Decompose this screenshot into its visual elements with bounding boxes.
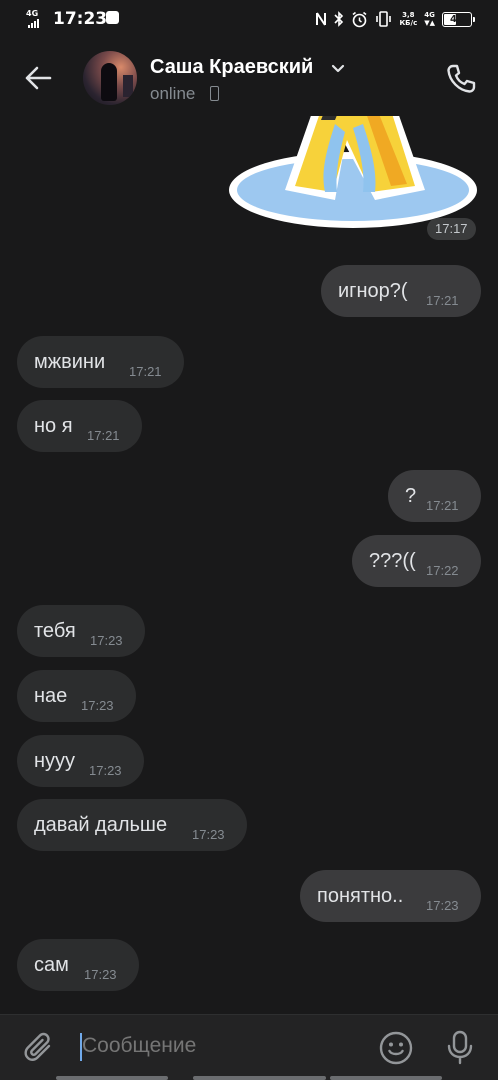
online-status: online <box>150 84 196 103</box>
message-time: 17:23 <box>81 698 114 713</box>
message-bubble[interactable]: мжвини 17:21 <box>17 336 184 388</box>
message-text: давай дальше <box>34 814 168 836</box>
message-text: нууу <box>34 750 76 772</box>
back-arrow-icon[interactable] <box>22 62 54 94</box>
message-list[interactable]: 17:17 игнор?( 17:21 мжвини 17:21 но я 17… <box>0 116 498 1014</box>
message-bubble[interactable]: понятно.. 17:23 <box>300 870 481 922</box>
message-time: 17:23 <box>89 763 122 778</box>
message-time: 17:22 <box>426 563 459 578</box>
message-text: ? <box>405 485 417 507</box>
alarm-icon <box>352 11 367 27</box>
message-bubble[interactable]: сам 17:23 <box>17 939 139 991</box>
message-bubble[interactable]: нууу 17:23 <box>17 735 144 787</box>
vk-notification-icon <box>106 11 119 24</box>
message-text: тебя <box>34 620 76 642</box>
message-time: 17:21 <box>426 498 459 513</box>
chevron-down-icon[interactable] <box>331 63 345 75</box>
battery-level: 43 <box>450 13 464 25</box>
message-bubble[interactable]: ???(( 17:22 <box>352 535 481 587</box>
message-text: нае <box>34 685 68 707</box>
message-text: понятно.. <box>317 885 404 907</box>
message-text: ???(( <box>369 550 416 572</box>
status-bar: 4G 17:23 3,8 КБ/с 4G ▼▲ 43 <box>0 0 498 38</box>
network-type: 4G <box>26 9 39 18</box>
avatar[interactable] <box>83 51 137 105</box>
message-time: 17:23 <box>84 967 117 982</box>
message-time: 17:23 <box>90 633 123 648</box>
message-text: но я <box>34 415 73 437</box>
message-time: 17:21 <box>129 364 162 379</box>
paperclip-icon[interactable] <box>22 1031 56 1065</box>
message-time: 17:23 <box>426 898 459 913</box>
message-bubble[interactable]: но я 17:21 <box>17 400 142 452</box>
phone-icon[interactable] <box>444 62 478 96</box>
contact-name[interactable]: Саша Краевский <box>150 56 313 79</box>
message-composer <box>0 1014 498 1080</box>
message-text: сам <box>34 954 69 976</box>
message-bubble[interactable]: нае 17:23 <box>17 670 136 722</box>
message-bubble[interactable]: игнор?( 17:21 <box>321 265 481 317</box>
mobile-icon <box>210 86 219 101</box>
message-bubble[interactable]: ? 17:21 <box>388 470 481 522</box>
message-bubble[interactable]: тебя 17:23 <box>17 605 145 657</box>
microphone-icon[interactable] <box>444 1029 476 1065</box>
signal-icon: 4G <box>26 9 46 28</box>
smile-icon[interactable] <box>378 1030 414 1066</box>
message-bubble[interactable]: давай дальше 17:23 <box>17 799 247 851</box>
navigation-bar <box>0 1076 498 1080</box>
message-time: 17:21 <box>87 428 120 443</box>
lte-indicator: 4G ▼▲ <box>424 11 435 27</box>
clock: 17:23 <box>53 9 108 29</box>
chat-header: Саша Краевский online <box>0 38 498 116</box>
sticker-timestamp: 17:17 <box>427 218 476 240</box>
network-speed: 3,8 КБ/с <box>399 11 418 27</box>
battery-icon: 43 <box>442 11 475 27</box>
message-text: игнор?( <box>338 280 408 302</box>
message-time: 17:21 <box>426 293 459 308</box>
message-time: 17:23 <box>192 827 225 842</box>
vibrate-icon <box>376 11 392 27</box>
bluetooth-icon <box>334 11 344 27</box>
nfc-icon <box>316 12 327 26</box>
message-text: мжвини <box>34 351 106 373</box>
message-input[interactable] <box>82 1034 362 1058</box>
